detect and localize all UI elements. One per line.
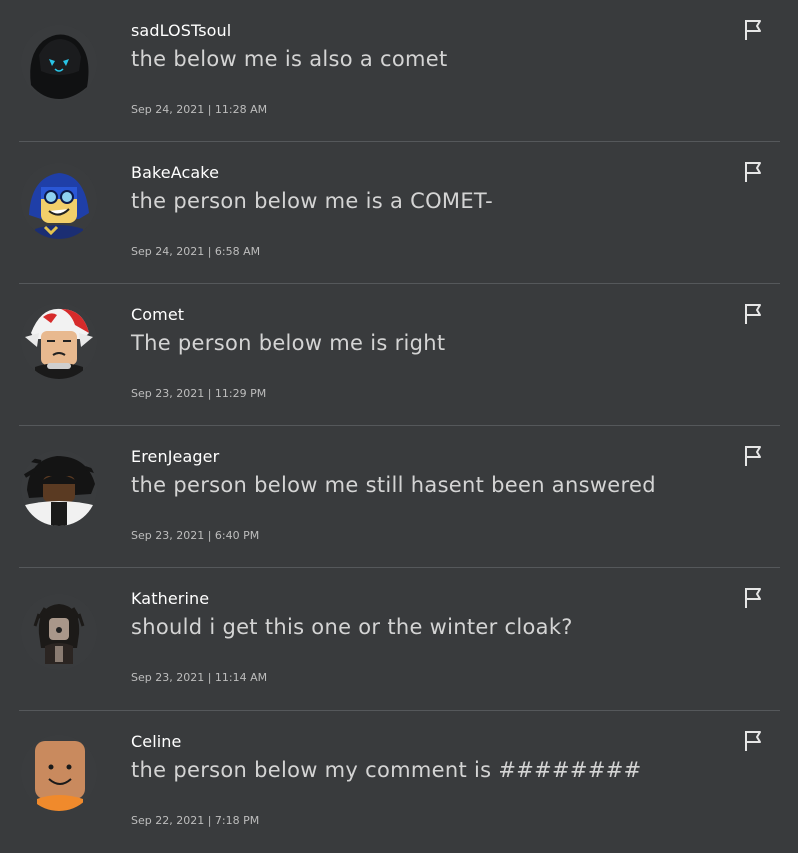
- comment-text: The person below me is right: [131, 331, 446, 355]
- flag-icon[interactable]: [743, 444, 765, 468]
- classic-smile-avatar-icon: [21, 735, 97, 811]
- comment-username[interactable]: sadLOSTsoul: [131, 21, 231, 40]
- comment-text: the below me is also a comet: [131, 47, 448, 71]
- avatar[interactable]: [21, 303, 97, 379]
- comment-username[interactable]: Katherine: [131, 589, 209, 608]
- comment-item: Celine the person below my comment is ##…: [19, 711, 780, 853]
- comment-list: sadLOSTsoul the below me is also a comet…: [0, 0, 798, 853]
- comment-timestamp: Sep 23, 2021 | 6:40 PM: [131, 529, 260, 542]
- avatar[interactable]: [21, 735, 97, 811]
- flag-icon[interactable]: [743, 302, 765, 326]
- comment-item: Comet The person below me is right Sep 2…: [19, 284, 780, 426]
- comment-text: the person below me is a COMET-: [131, 189, 493, 213]
- flag-icon[interactable]: [743, 729, 765, 753]
- comment-text: should i get this one or the winter cloa…: [131, 615, 573, 639]
- avatar[interactable]: [21, 25, 97, 101]
- comment-username[interactable]: Celine: [131, 732, 182, 751]
- blue-hair-goggles-avatar-icon: [21, 163, 97, 239]
- avatar[interactable]: [21, 450, 97, 526]
- comment-username[interactable]: Comet: [131, 305, 184, 324]
- avatar[interactable]: [21, 594, 97, 670]
- comment-timestamp: Sep 23, 2021 | 11:29 PM: [131, 387, 267, 400]
- comment-item: Katherine should i get this one or the w…: [19, 568, 780, 711]
- flag-icon[interactable]: [743, 586, 765, 610]
- comment-timestamp: Sep 24, 2021 | 6:58 AM: [131, 245, 261, 258]
- flag-icon[interactable]: [743, 160, 765, 184]
- comment-timestamp: Sep 22, 2021 | 7:18 PM: [131, 814, 260, 827]
- comment-username[interactable]: ErenJeager: [131, 447, 219, 466]
- comment-text: the person below my comment is ########: [131, 758, 642, 782]
- comment-username[interactable]: BakeAcake: [131, 163, 219, 182]
- comment-timestamp: Sep 24, 2021 | 11:28 AM: [131, 103, 268, 116]
- comment-timestamp: Sep 23, 2021 | 11:14 AM: [131, 671, 268, 684]
- comment-text: the person below me still hasent been an…: [131, 473, 656, 497]
- red-white-hair-avatar-icon: [21, 303, 97, 379]
- comment-item: sadLOSTsoul the below me is also a comet…: [19, 0, 780, 142]
- flag-icon[interactable]: [743, 18, 765, 42]
- dark-hooded-avatar-icon: [21, 25, 97, 101]
- comment-item: BakeAcake the person below me is a COMET…: [19, 142, 780, 284]
- dark-dreads-avatar-icon: [21, 594, 97, 670]
- black-hair-avatar-icon: [21, 450, 97, 526]
- avatar[interactable]: [21, 163, 97, 239]
- comment-item: ErenJeager the person below me still has…: [19, 426, 780, 568]
